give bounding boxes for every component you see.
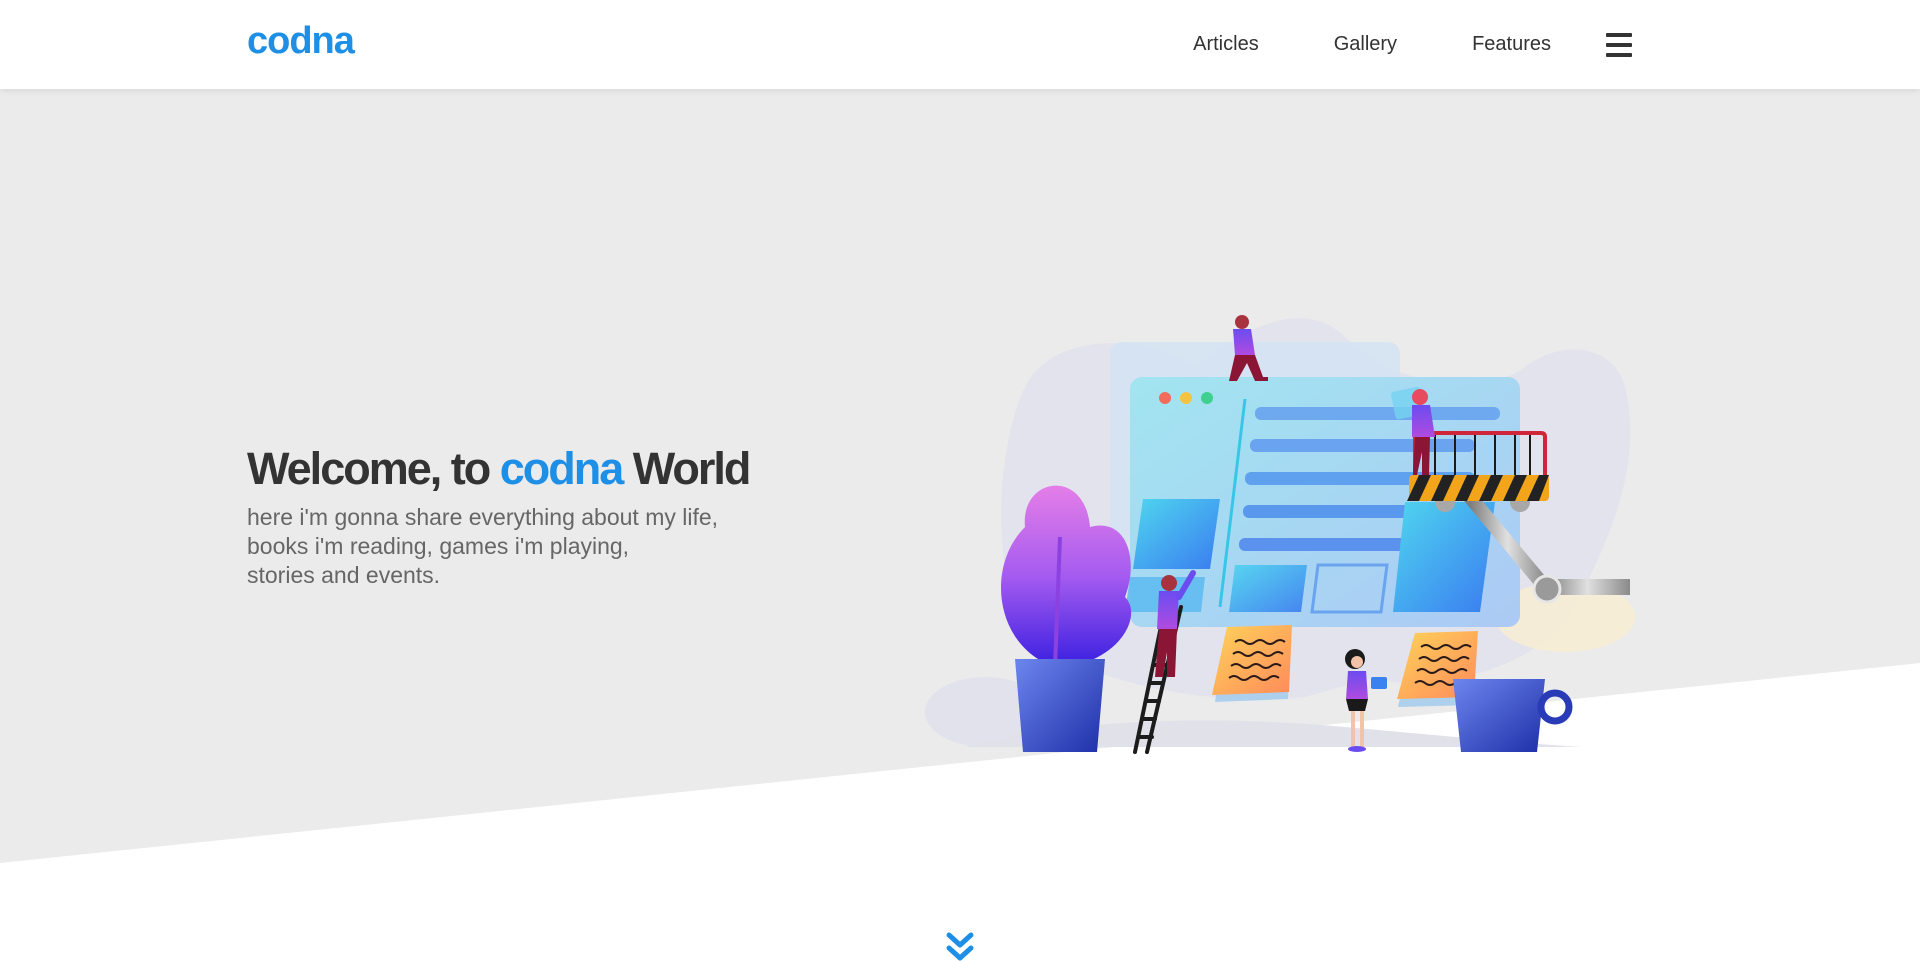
team-building-website-illustration (925, 315, 1635, 754)
menu-bar (1606, 42, 1632, 47)
double-chevron-down-icon[interactable] (945, 929, 975, 961)
hero-subtitle-line: here i'm gonna share everything about my… (247, 504, 719, 530)
menu-bar (1606, 32, 1632, 37)
hero-title-brand: codna (499, 443, 625, 494)
nav-link-articles[interactable]: Articles (1193, 33, 1259, 56)
main-nav: Articles Gallery Features (1118, 0, 1632, 89)
hero-subtitle-line: books i'm reading, games i'm playing, (247, 533, 630, 559)
hamburger-menu-icon[interactable] (1606, 32, 1632, 57)
hero-title-prefix: Welcome, to (247, 443, 500, 494)
hero-subtitle-line: stories and events. (247, 562, 441, 588)
nav-link-gallery[interactable]: Gallery (1334, 33, 1397, 56)
navbar: codna Articles Gallery Features (0, 0, 1920, 89)
nav-link-features[interactable]: Features (1472, 33, 1551, 56)
hero-subtitle: here i'm gonna share everything about my… (247, 503, 767, 590)
hero-section: Welcome, to codna World here i'm gonna s… (0, 89, 1920, 961)
hero-title: Welcome, to codna World (247, 443, 752, 495)
menu-bar (1606, 52, 1632, 57)
hero-title-suffix: World (622, 443, 752, 494)
logo-link[interactable]: codna (247, 20, 355, 63)
